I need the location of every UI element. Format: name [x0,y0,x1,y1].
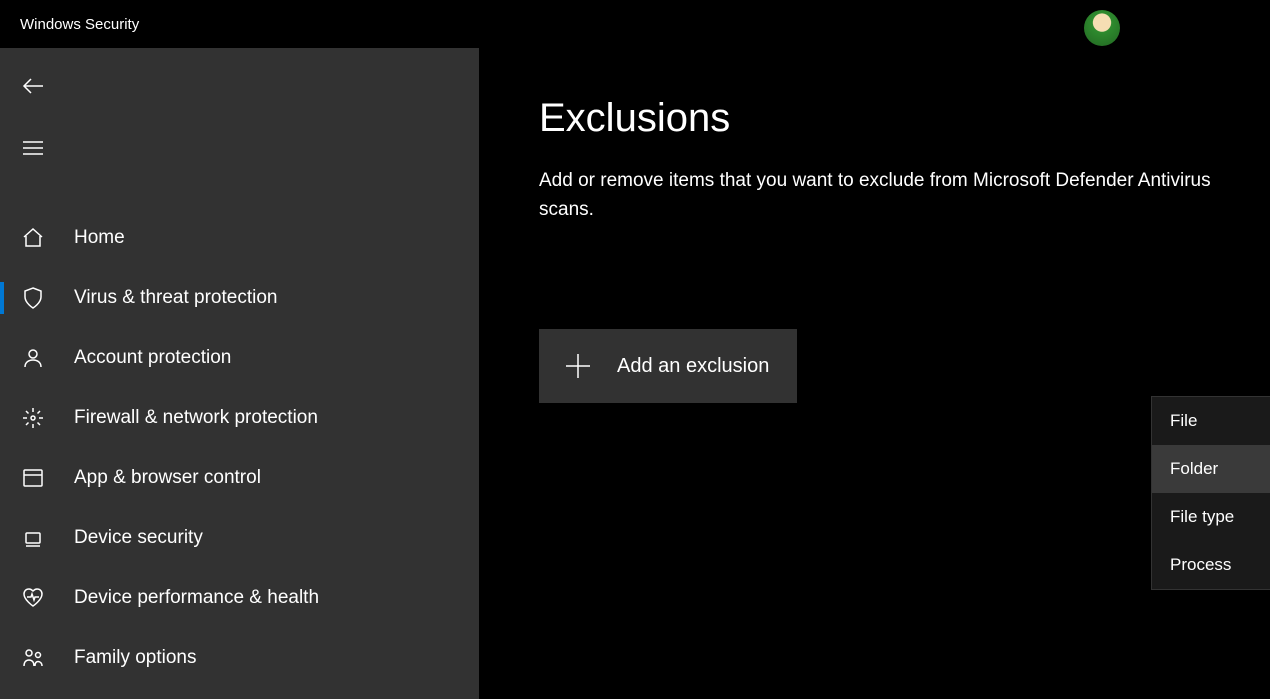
dropdown-item-folder[interactable]: Folder [1152,445,1270,493]
sidebar-item-label: App & browser control [74,467,261,489]
network-icon [20,405,46,431]
person-icon [20,345,46,371]
add-exclusion-label: Add an exclusion [617,355,769,378]
dropdown-item-label: File [1170,411,1197,431]
back-button[interactable] [20,66,60,106]
sidebar-item-family-options[interactable]: Family options [0,628,479,688]
page-heading: Exclusions [539,96,1250,141]
sidebar-item-label: Account protection [74,347,231,369]
user-avatar-icon [1084,10,1120,46]
sidebar: Home Virus & threat protection Account p… [0,48,479,699]
dropdown-item-filetype[interactable]: File type [1152,493,1270,541]
dropdown-item-label: Folder [1170,459,1218,479]
sidebar-item-account-protection[interactable]: Account protection [0,328,479,388]
main-content: Exclusions Add or remove items that you … [479,48,1270,699]
hamburger-icon [20,135,46,161]
arrow-left-icon [20,73,46,99]
page-description: Add or remove items that you want to exc… [539,167,1250,224]
sidebar-item-firewall[interactable]: Firewall & network protection [0,388,479,448]
dropdown-item-label: Process [1170,555,1231,575]
sidebar-item-label: Virus & threat protection [74,287,277,309]
sidebar-item-virus-threat[interactable]: Virus & threat protection [0,268,479,328]
sidebar-item-app-browser[interactable]: App & browser control [0,448,479,508]
add-exclusion-button[interactable]: Add an exclusion [539,329,797,403]
chip-icon [20,525,46,551]
window-title: Windows Security [20,16,139,33]
sidebar-item-label: Device performance & health [74,587,319,609]
dropdown-item-process[interactable]: Process [1152,541,1270,589]
sidebar-item-home[interactable]: Home [0,208,479,268]
dropdown-item-file[interactable]: File [1152,397,1270,445]
window-icon [20,465,46,491]
dropdown-item-label: File type [1170,507,1234,527]
hamburger-menu-button[interactable] [20,128,60,168]
plus-icon [563,351,593,381]
home-icon [20,225,46,251]
window-titlebar: Windows Security [0,0,1270,48]
heart-icon [20,585,46,611]
sidebar-item-label: Family options [74,647,197,669]
exclusion-type-dropdown: File Folder File type Process [1151,396,1270,590]
family-icon [20,645,46,671]
sidebar-item-device-health[interactable]: Device performance & health [0,568,479,628]
shield-icon [20,285,46,311]
sidebar-item-label: Firewall & network protection [74,407,318,429]
sidebar-item-label: Home [74,227,125,249]
sidebar-item-device-security[interactable]: Device security [0,508,479,568]
sidebar-item-label: Device security [74,527,203,549]
